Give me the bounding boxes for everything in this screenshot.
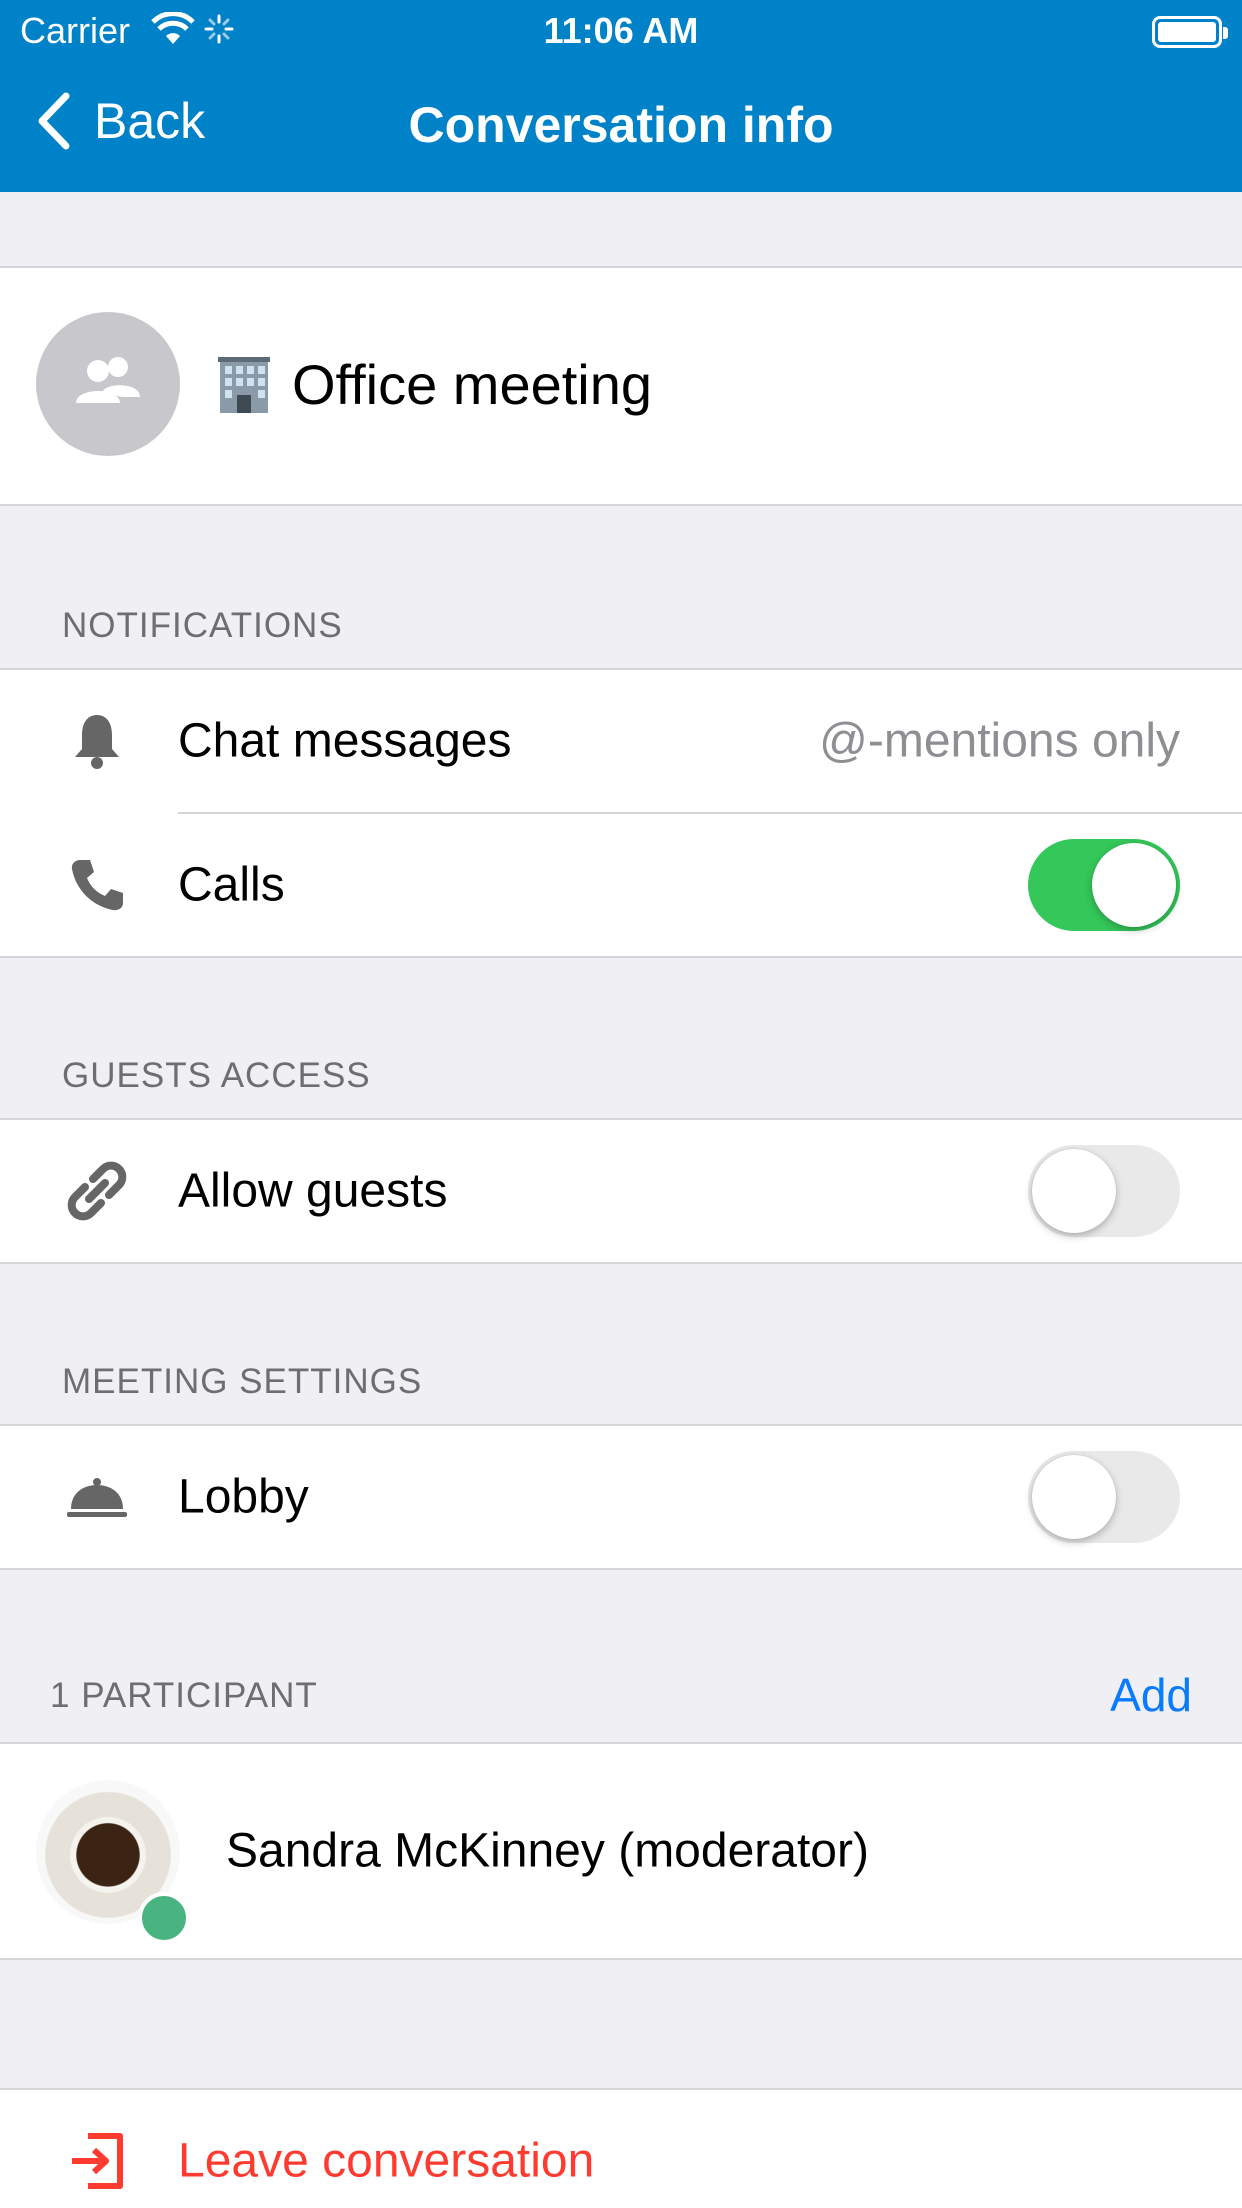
link-icon: [62, 1156, 132, 1226]
notifications-section: Chat messages @-mentions only Calls: [0, 668, 1242, 958]
leave-section: Leave conversation: [0, 2088, 1242, 2208]
bell-icon: [62, 706, 132, 776]
calls-toggle[interactable]: [1028, 839, 1180, 931]
guests-access-section: Allow guests: [0, 1118, 1242, 1264]
meeting-settings-header: MEETING SETTINGS: [62, 1362, 423, 1401]
participants-header: 1 PARTICIPANT: [50, 1676, 318, 1715]
allow-guests-row: Allow guests: [0, 1120, 1242, 1262]
lobby-label: Lobby: [178, 1470, 309, 1524]
meeting-settings-section: Lobby: [0, 1424, 1242, 1570]
office-building-icon: [218, 355, 270, 415]
lobby-bell-icon: [62, 1462, 132, 1532]
group-icon: [76, 357, 140, 403]
navigation-bar: Carrier 11:06 AM Back Conversation info: [0, 0, 1242, 192]
status-time: 11:06 AM: [543, 10, 699, 51]
allow-guests-toggle[interactable]: [1028, 1145, 1180, 1237]
phone-icon: [62, 850, 132, 920]
guests-access-header: GUESTS ACCESS: [62, 1056, 371, 1095]
toggle-knob: [1032, 1455, 1116, 1539]
participant-name: Sandra McKinney (moderator): [226, 1824, 869, 1878]
page-title: Conversation info: [408, 97, 834, 153]
participants-section: Sandra McKinney (moderator): [0, 1742, 1242, 1960]
participant-row[interactable]: Sandra McKinney (moderator): [0, 1744, 1242, 1958]
battery-icon: [1152, 16, 1228, 48]
toggle-knob: [1032, 1149, 1116, 1233]
calls-row: Calls: [0, 814, 1242, 956]
chat-messages-label: Chat messages: [178, 714, 512, 768]
conversation-header: Office meeting: [0, 266, 1242, 506]
lobby-toggle[interactable]: [1028, 1451, 1180, 1543]
leave-conversation-button[interactable]: Leave conversation: [0, 2090, 1242, 2208]
group-avatar: [36, 312, 180, 456]
leave-icon: [62, 2126, 132, 2196]
status-bar: Carrier 11:06 AM: [0, 0, 1242, 60]
lobby-row: Lobby: [0, 1426, 1242, 1568]
allow-guests-label: Allow guests: [178, 1164, 448, 1218]
add-participant-button[interactable]: Add: [1110, 1668, 1192, 1722]
notifications-header: NOTIFICATIONS: [62, 606, 343, 645]
conversation-name-label: Office meeting: [292, 353, 653, 416]
chat-messages-value: @-mentions only: [819, 714, 1180, 768]
leave-conversation-label: Leave conversation: [178, 2134, 595, 2188]
toggle-knob: [1092, 843, 1176, 927]
conversation-name[interactable]: Office meeting: [218, 352, 652, 417]
online-status-indicator: [138, 1892, 190, 1944]
calls-label: Calls: [178, 858, 285, 912]
chat-messages-row[interactable]: Chat messages @-mentions only: [0, 670, 1242, 812]
